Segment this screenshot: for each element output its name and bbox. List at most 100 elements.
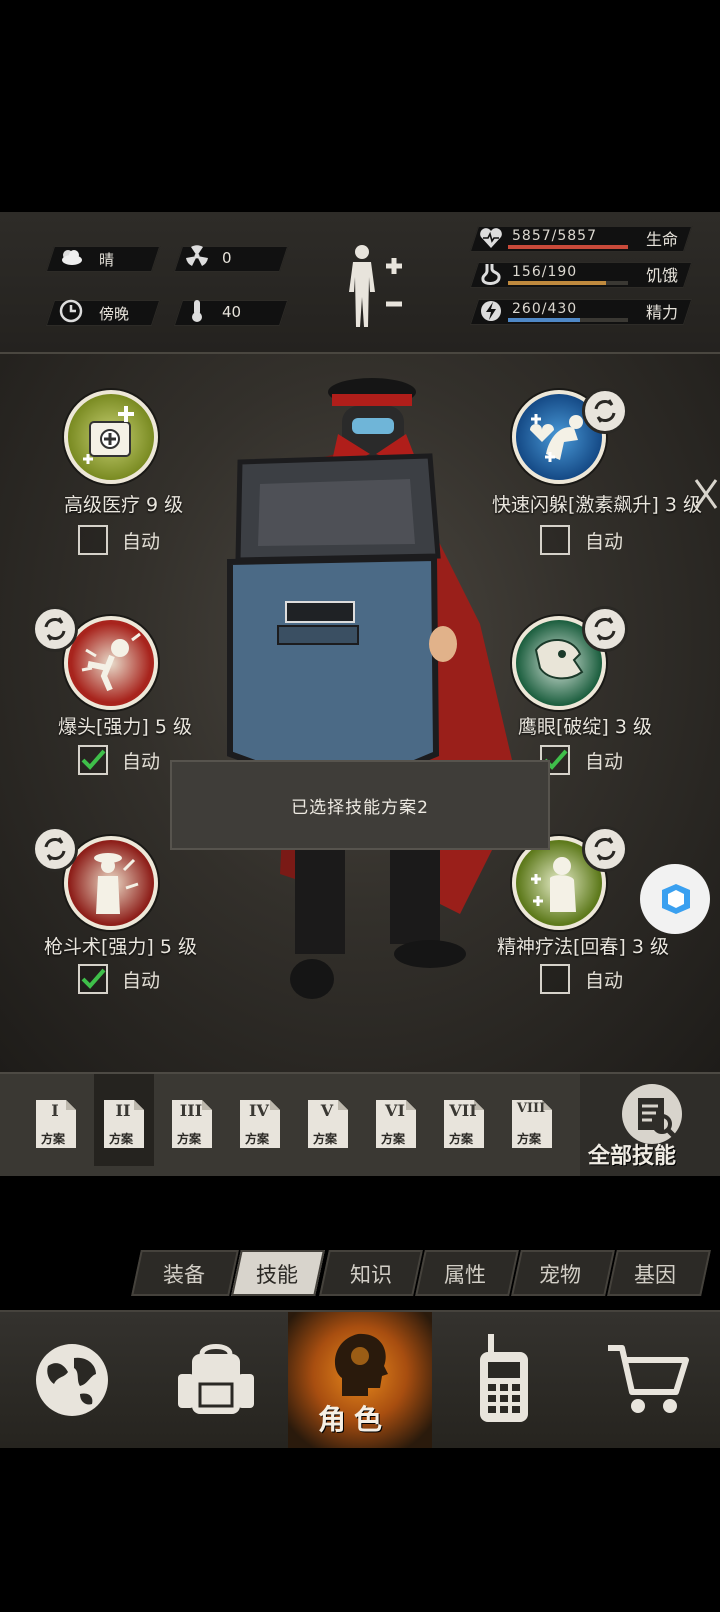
health-value: 5857/5857 (512, 228, 597, 244)
checkmark-icon (80, 527, 106, 553)
auto-label: 自动 (585, 970, 624, 992)
plan-number: VII (449, 1101, 477, 1120)
all-skills-label: 全部技能 (588, 1144, 677, 1169)
tab-knowledge-label: 知识 (350, 1263, 392, 1287)
auto-label: 自动 (585, 751, 624, 773)
swap-skill-icon[interactable] (582, 388, 628, 434)
body-status-icon[interactable] (342, 242, 408, 332)
status-bar: 晴 0 傍晚 40 5857/5857 生命 156/190 饥饿 260/43… (0, 212, 720, 354)
health-bar (508, 245, 628, 249)
plan-label: 方案 (516, 1132, 541, 1146)
head-profile-icon (334, 1333, 388, 1396)
globe-icon (36, 1344, 108, 1416)
plan-button-1[interactable]: I 方案 (34, 1098, 78, 1150)
auto-checkbox[interactable] (78, 964, 108, 994)
swap-skill-icon[interactable] (32, 606, 78, 652)
hunger-bar (508, 281, 628, 285)
tab-attributes-label: 属性 (444, 1263, 486, 1287)
skill-name: 爆头[强力] 5 级 (58, 716, 192, 738)
swap-skill-icon[interactable] (582, 826, 628, 872)
nav-world[interactable] (0, 1312, 144, 1448)
headshot-icon[interactable] (64, 616, 158, 710)
plan-number: VI (385, 1101, 405, 1120)
plan-number: IV (249, 1101, 269, 1120)
health-label: 生命 (646, 230, 679, 249)
skill-name: 枪斗术[强力] 5 级 (44, 936, 197, 958)
auto-label: 自动 (122, 970, 161, 992)
nav-role[interactable]: 角色 (288, 1312, 432, 1448)
thermometer-icon (192, 300, 202, 322)
plan-number: I (51, 1101, 59, 1120)
stomach-icon (481, 264, 501, 285)
plan-label: 方案 (108, 1132, 133, 1146)
checkmark-icon (81, 968, 106, 989)
auto-label: 自动 (122, 751, 161, 773)
plan-number: III (179, 1101, 203, 1120)
auto-checkbox[interactable] (540, 964, 570, 994)
magnifier-document-icon (622, 1084, 682, 1144)
checkmark-icon (542, 527, 568, 553)
plan-button-8[interactable]: VIII 方案 (510, 1098, 554, 1150)
energy-value: 260/430 (512, 301, 578, 317)
weather-cloud-icon (62, 250, 82, 265)
plan-label: 方案 (448, 1132, 473, 1146)
tab-skills-label: 技能 (256, 1263, 298, 1287)
time-of-day-text: 傍晚 (99, 305, 130, 323)
plan-label: 方案 (176, 1132, 201, 1146)
skill-name: 鹰眼[破绽] 3 级 (518, 716, 652, 738)
plan-number: II (115, 1101, 131, 1120)
floating-assistant-button[interactable] (640, 864, 710, 934)
checkmark-icon (542, 966, 568, 992)
toast-message: 已选择技能方案2 (170, 760, 550, 850)
auto-checkbox[interactable] (78, 745, 108, 775)
nav-radio[interactable] (432, 1312, 576, 1448)
gun-kata-icon[interactable] (64, 836, 158, 930)
plan-label: 方案 (380, 1132, 405, 1146)
energy-bolt-icon (481, 301, 501, 321)
nav-role-label: 角色 (318, 1403, 391, 1436)
weather-text: 晴 (99, 251, 115, 269)
clock-icon (59, 299, 83, 323)
heart-icon (480, 228, 502, 248)
energy-label: 精力 (646, 303, 679, 322)
plan-label: 方案 (312, 1132, 337, 1146)
auto-label: 自动 (585, 531, 624, 553)
close-icon[interactable] (692, 474, 720, 514)
hunger-value: 156/190 (512, 264, 578, 280)
plan-number: V (320, 1101, 334, 1120)
skill-plan-bar: I 方案 II 方案 III 方案 IV 方案 V 方案 VI 方案 VII 方… (0, 1072, 720, 1176)
tab-genes-label: 基因 (634, 1263, 676, 1287)
plan-button-6[interactable]: VI 方案 (374, 1098, 418, 1150)
tab-equipment-label: 装备 (163, 1263, 205, 1287)
bottom-nav: 角色 (0, 1310, 720, 1448)
plan-button-3[interactable]: III 方案 (170, 1098, 214, 1150)
medkit-icon[interactable] (64, 390, 158, 484)
auto-checkbox[interactable] (78, 525, 108, 555)
swap-skill-icon[interactable] (582, 606, 628, 652)
all-skills-button[interactable]: 全部技能 (580, 1074, 720, 1176)
nav-shop[interactable] (576, 1312, 720, 1448)
plan-button-7[interactable]: VII 方案 (442, 1098, 486, 1150)
plan-label: 方案 (40, 1132, 65, 1146)
radiation-value: 0 (222, 249, 232, 267)
auto-checkbox[interactable] (540, 525, 570, 555)
plan-button-5[interactable]: V 方案 (306, 1098, 350, 1150)
radiation-icon (186, 245, 208, 266)
character-scene: 高级医疗 9 级 自动 快速闪躲[激素飙升] 3 级 自动 爆头[强力] 5 级… (0, 354, 720, 1072)
temperature-value: 40 (222, 303, 242, 321)
plan-label: 方案 (244, 1132, 269, 1146)
tab-pets-label: 宠物 (539, 1263, 581, 1287)
swap-skill-icon[interactable] (32, 826, 78, 872)
cube-icon (662, 884, 690, 914)
plan-button-4[interactable]: IV 方案 (238, 1098, 282, 1150)
backpack-icon (178, 1344, 254, 1414)
checkmark-icon (81, 749, 106, 770)
walkie-talkie-icon (480, 1334, 528, 1422)
plan-number: VIII (516, 1101, 546, 1116)
plan-button-2[interactable]: II 方案 (102, 1098, 146, 1150)
skill-name: 高级医疗 9 级 (64, 494, 184, 516)
nav-backpack[interactable] (144, 1312, 288, 1448)
character-portrait (227, 378, 520, 999)
auto-label: 自动 (122, 531, 161, 553)
skill-name: 快速闪躲[激素飙升] 3 级 (492, 494, 702, 516)
